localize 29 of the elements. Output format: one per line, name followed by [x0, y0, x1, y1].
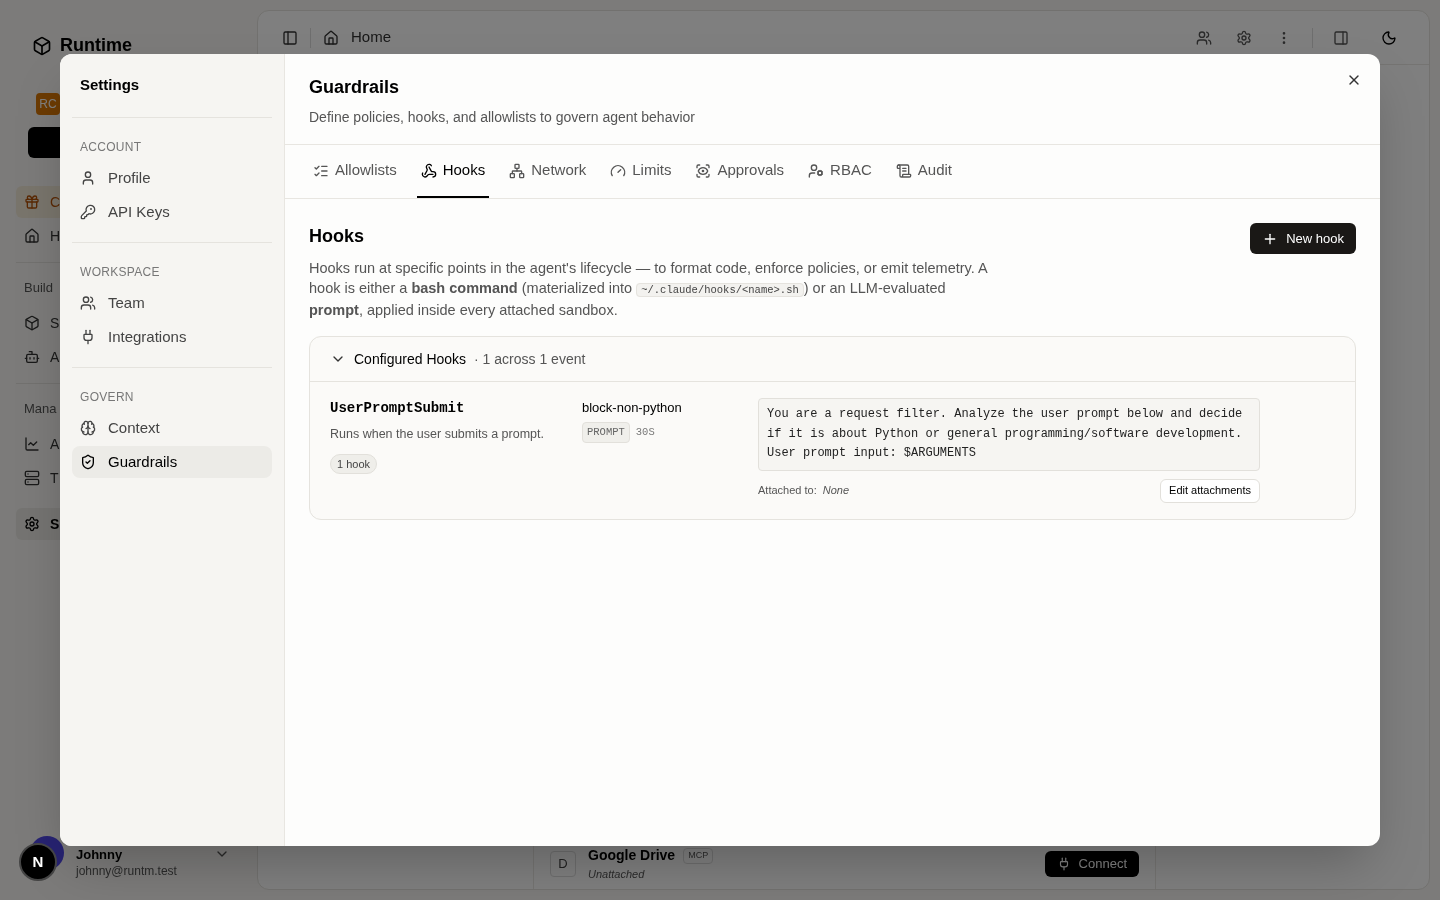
group-title: Configured Hooks [354, 349, 467, 369]
nav-heading: Build [24, 280, 53, 295]
hook-type-badge: PROMPT [582, 421, 630, 444]
event-description: Runs when the user submits a prompt. [330, 426, 545, 443]
hook-prompt: You are a request filter. Analyze the user prompt below and decide if it is about Python or general programming/software development. User prompt input: $ARGUMENTS [758, 398, 1260, 471]
event-name: UserPromptSubmit [330, 399, 466, 418]
group-summary: · 1 across 1 event [474, 349, 586, 369]
page-subtitle: Define policies, hooks, and allowlists to govern agent behavior [309, 108, 695, 127]
section-heading: ACCOUNT [80, 140, 142, 154]
brand-name: Runtime [60, 34, 132, 57]
user-name: Johnny [76, 847, 124, 862]
section-description: Hooks run at specific points in the agent's lifecycle — to format code, enforce policies, or emit telemetry. A hook is either a bash command (materialized into ~/.claude/hooks/<name>.sh ) or an LLM-evaluated prompt, applied inside every attached sandbox. [309, 259, 989, 320]
section-heading: GOVERN [80, 390, 134, 404]
attached-label: Attached to: [758, 483, 817, 499]
nav-heading: Mana [24, 401, 57, 416]
integration-badge: MCP [683, 848, 714, 864]
page-title: Guardrails [309, 76, 400, 99]
integration-initial: D [550, 851, 576, 877]
attached-value: None [822, 483, 849, 499]
hook-timeout: 30S [635, 424, 655, 440]
user-email: johnny@runtm.test [76, 863, 177, 880]
integration-name: Google Drive [588, 846, 676, 866]
hook-count-badge: 1 hook [330, 453, 378, 475]
integration-status: Unattached [588, 867, 646, 883]
section-heading: WORKSPACE [80, 265, 160, 279]
hook-name: block-non-python [582, 399, 683, 417]
section-title: Hooks [309, 225, 364, 248]
dialog-title: Settings [80, 75, 140, 96]
workspace-badge: RC [36, 93, 60, 115]
